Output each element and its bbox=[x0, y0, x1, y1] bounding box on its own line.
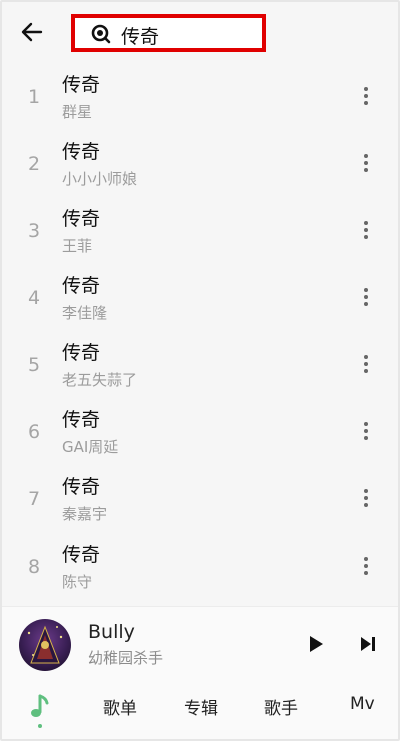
song-row[interactable]: 4 传奇 李佳隆 bbox=[2, 265, 398, 332]
more-options-icon[interactable] bbox=[356, 151, 376, 177]
song-number: 2 bbox=[27, 153, 41, 175]
skip-next-icon[interactable] bbox=[356, 632, 380, 656]
tab-artists[interactable]: 歌手 bbox=[264, 694, 298, 719]
song-number: 8 bbox=[27, 556, 41, 578]
now-playing-title: Bully bbox=[88, 621, 135, 643]
back-arrow-icon[interactable] bbox=[16, 16, 48, 48]
song-number: 5 bbox=[27, 354, 41, 376]
song-number: 3 bbox=[27, 220, 41, 242]
song-row[interactable]: 2 传奇 小小小师娘 bbox=[2, 131, 398, 198]
song-number: 1 bbox=[27, 86, 41, 108]
song-row[interactable]: 3 传奇 王菲 bbox=[2, 198, 398, 265]
song-artist: 陈守 bbox=[62, 573, 93, 591]
song-title: 传奇 bbox=[62, 275, 101, 297]
song-row[interactable]: 6 传奇 GAI周延 bbox=[2, 399, 398, 466]
song-title: 传奇 bbox=[62, 342, 101, 364]
song-number: 6 bbox=[27, 421, 41, 443]
song-row[interactable]: 1 传奇 群星 bbox=[2, 64, 398, 131]
more-options-icon[interactable] bbox=[356, 285, 376, 311]
song-artist: 秦嘉宇 bbox=[62, 505, 108, 523]
more-options-icon[interactable] bbox=[356, 352, 376, 378]
song-title: 传奇 bbox=[62, 476, 101, 498]
search-query-text: 传奇 bbox=[121, 26, 160, 48]
song-artist: GAI周延 bbox=[62, 438, 119, 456]
song-artist: 群星 bbox=[62, 103, 93, 121]
app-frame: 传奇 1 传奇 群星 2 传奇 小小小师娘 3 传奇 王菲 4 传奇 李佳隆 5… bbox=[0, 0, 400, 741]
search-icon bbox=[91, 24, 111, 44]
now-playing-artist: 幼稚园杀手 bbox=[88, 649, 164, 667]
song-number: 7 bbox=[27, 488, 41, 510]
tab-albums[interactable]: 专辑 bbox=[184, 694, 218, 719]
song-list: 1 传奇 群星 2 传奇 小小小师娘 3 传奇 王菲 4 传奇 李佳隆 5 传奇… bbox=[2, 64, 398, 606]
header: 传奇 bbox=[2, 2, 398, 64]
play-icon[interactable] bbox=[304, 632, 328, 656]
song-title: 传奇 bbox=[62, 74, 101, 96]
song-artist: 李佳隆 bbox=[62, 304, 108, 322]
more-options-icon[interactable] bbox=[356, 419, 376, 445]
song-row[interactable]: 5 传奇 老五失蒜了 bbox=[2, 332, 398, 399]
song-title: 传奇 bbox=[62, 141, 101, 163]
song-number: 4 bbox=[27, 287, 41, 309]
song-row[interactable]: 7 传奇 秦嘉宇 bbox=[2, 466, 398, 533]
album-cover[interactable] bbox=[19, 619, 71, 671]
more-options-icon[interactable] bbox=[356, 486, 376, 512]
song-title: 传奇 bbox=[62, 409, 101, 431]
mini-player[interactable]: Bully 幼稚园杀手 bbox=[2, 606, 398, 680]
more-options-icon[interactable] bbox=[356, 84, 376, 110]
song-row[interactable]: 8 传奇 陈守 bbox=[2, 534, 398, 601]
song-title: 传奇 bbox=[62, 544, 101, 566]
song-title: 传奇 bbox=[62, 208, 101, 230]
song-artist: 王菲 bbox=[62, 237, 93, 255]
tab-playlists[interactable]: 歌单 bbox=[103, 694, 137, 719]
more-options-icon[interactable] bbox=[356, 218, 376, 244]
bottom-tab-bar: 歌单 专辑 歌手 Mv bbox=[2, 680, 398, 739]
song-artist: 老五失蒜了 bbox=[62, 371, 138, 389]
search-input[interactable]: 传奇 bbox=[71, 14, 266, 52]
more-options-icon[interactable] bbox=[356, 554, 376, 580]
tab-mv[interactable]: Mv bbox=[350, 694, 375, 714]
song-artist: 小小小师娘 bbox=[62, 170, 138, 188]
tab-songs-music-note-icon[interactable] bbox=[26, 692, 54, 730]
